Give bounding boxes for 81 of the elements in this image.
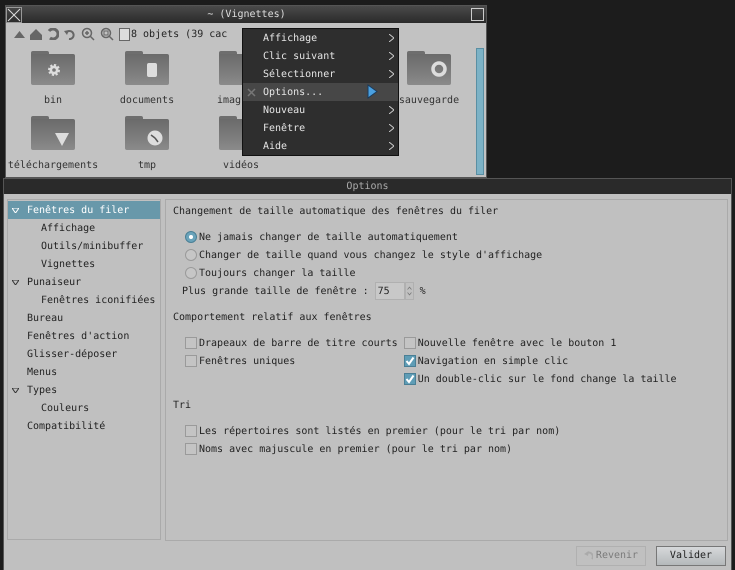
menu-item[interactable]: Fenêtre xyxy=(243,119,398,137)
checkbox-label: Navigation en simple clic xyxy=(418,354,568,368)
file-name: téléchargements xyxy=(8,160,98,172)
field-label: Plus grande taille de fenêtre : xyxy=(182,284,369,298)
window-title: Options xyxy=(346,180,389,194)
checkbox[interactable] xyxy=(404,337,416,349)
notebook-icon xyxy=(147,63,157,77)
folder-icon[interactable] xyxy=(125,51,169,85)
scrollbar[interactable] xyxy=(476,48,484,175)
file-name: sauvegarde xyxy=(398,95,460,107)
maximize-button[interactable] xyxy=(471,8,484,21)
ring-icon xyxy=(431,61,447,77)
file-name: imag xyxy=(217,95,242,107)
spin-field[interactable]: 75 xyxy=(374,282,405,300)
radio-button[interactable] xyxy=(185,249,197,261)
down-triangle-icon xyxy=(55,132,69,146)
sidebar-item[interactable]: Affichage xyxy=(8,219,160,237)
menu-item[interactable]: Affichage xyxy=(243,29,398,47)
gear-icon xyxy=(47,63,61,77)
sidebar-item[interactable]: Punaiseur xyxy=(8,273,160,291)
file-name: documents xyxy=(120,95,174,107)
zoom-out-icon[interactable] xyxy=(100,27,114,41)
radio-label: Changer de taille quand vous changez le style d'affichage xyxy=(199,248,542,262)
tools-icon xyxy=(247,88,256,97)
folder-icon[interactable] xyxy=(31,116,75,150)
expand-arrow-icon[interactable] xyxy=(12,280,19,284)
zoom-in-icon[interactable] xyxy=(81,27,95,41)
radio-label: Ne jamais changer de taille automatiquement xyxy=(199,230,458,244)
window-title: ~ (Vignettes) xyxy=(206,8,287,22)
checkbox[interactable] xyxy=(404,373,416,385)
up-icon[interactable] xyxy=(14,30,25,38)
radio-button[interactable] xyxy=(185,231,197,243)
folder-icon[interactable] xyxy=(407,51,451,85)
sidebar-item[interactable]: Menus xyxy=(8,363,160,381)
checkbox-label: Fenêtres uniques xyxy=(199,354,296,368)
checkbox-label: Un double-clic sur le fond change la taille xyxy=(418,372,677,386)
checkbox[interactable] xyxy=(185,337,197,349)
pointer-icon xyxy=(367,84,378,99)
section-title: Changement de taille automatique des fenêtres du filer xyxy=(173,204,500,218)
menu-item[interactable]: Options... xyxy=(243,83,398,101)
checkbox-label: Drapeaux de barre de titre courts xyxy=(199,336,398,350)
sidebar-item[interactable]: Vignettes xyxy=(8,255,160,273)
sidebar-item[interactable]: Bureau xyxy=(8,309,160,327)
file-name: bin xyxy=(44,95,62,107)
checkbox[interactable] xyxy=(185,443,197,455)
sidebar-item[interactable]: Glisser-déposer xyxy=(8,345,160,363)
radio-button[interactable] xyxy=(185,267,197,279)
dialog-button[interactable]: Valider xyxy=(656,546,726,566)
spin-arrows-icon[interactable] xyxy=(404,282,414,300)
menu-item[interactable]: Nouveau xyxy=(243,101,398,119)
folder-icon[interactable] xyxy=(31,51,75,85)
sidebar-item[interactable]: Outils/minibuffer xyxy=(8,237,160,255)
section-title: Tri xyxy=(173,398,192,412)
checkbox[interactable] xyxy=(185,425,197,437)
file-name: vidéos xyxy=(222,160,260,172)
menu-item[interactable]: Aide xyxy=(243,137,398,155)
sidebar-item[interactable]: Fenêtres d'action xyxy=(8,327,160,345)
radio-label: Toujours changer la taille xyxy=(199,266,356,280)
menu-item[interactable]: Clic suivant xyxy=(243,47,398,65)
sidebar-item[interactable]: Fenêtres iconifiées xyxy=(8,291,160,309)
checkbox-label: Nouvelle fenêtre avec le bouton 1 xyxy=(418,336,616,350)
sidebar-item[interactable]: Couleurs xyxy=(8,399,160,417)
section-title: Comportement relatif aux fenêtres xyxy=(173,310,373,324)
checkbox[interactable] xyxy=(185,355,197,367)
expand-arrow-icon[interactable] xyxy=(12,388,19,392)
close-button[interactable] xyxy=(6,6,22,22)
status-text: 8 objets (39 cac xyxy=(131,28,228,42)
menu-item[interactable]: Sélectionner xyxy=(243,65,398,83)
refresh-icon[interactable] xyxy=(47,28,59,40)
file-name: tmp xyxy=(138,160,156,172)
home-icon[interactable] xyxy=(30,28,42,40)
unit-label: % xyxy=(420,284,426,298)
undo-icon[interactable] xyxy=(64,28,76,40)
folder-icon[interactable] xyxy=(125,116,169,150)
select-all-checkbox[interactable] xyxy=(119,28,130,40)
checkbox-label: Noms avec majuscule en premier (pour le tri par nom) xyxy=(199,442,512,456)
checkbox-label: Les répertoires sont listés en premier (pour le tri par nom) xyxy=(199,424,560,438)
sidebar-item[interactable]: Compatibilité xyxy=(8,417,160,435)
sidebar-item[interactable]: Types xyxy=(8,381,160,399)
checkbox[interactable] xyxy=(404,355,416,367)
clock-icon xyxy=(147,130,163,146)
